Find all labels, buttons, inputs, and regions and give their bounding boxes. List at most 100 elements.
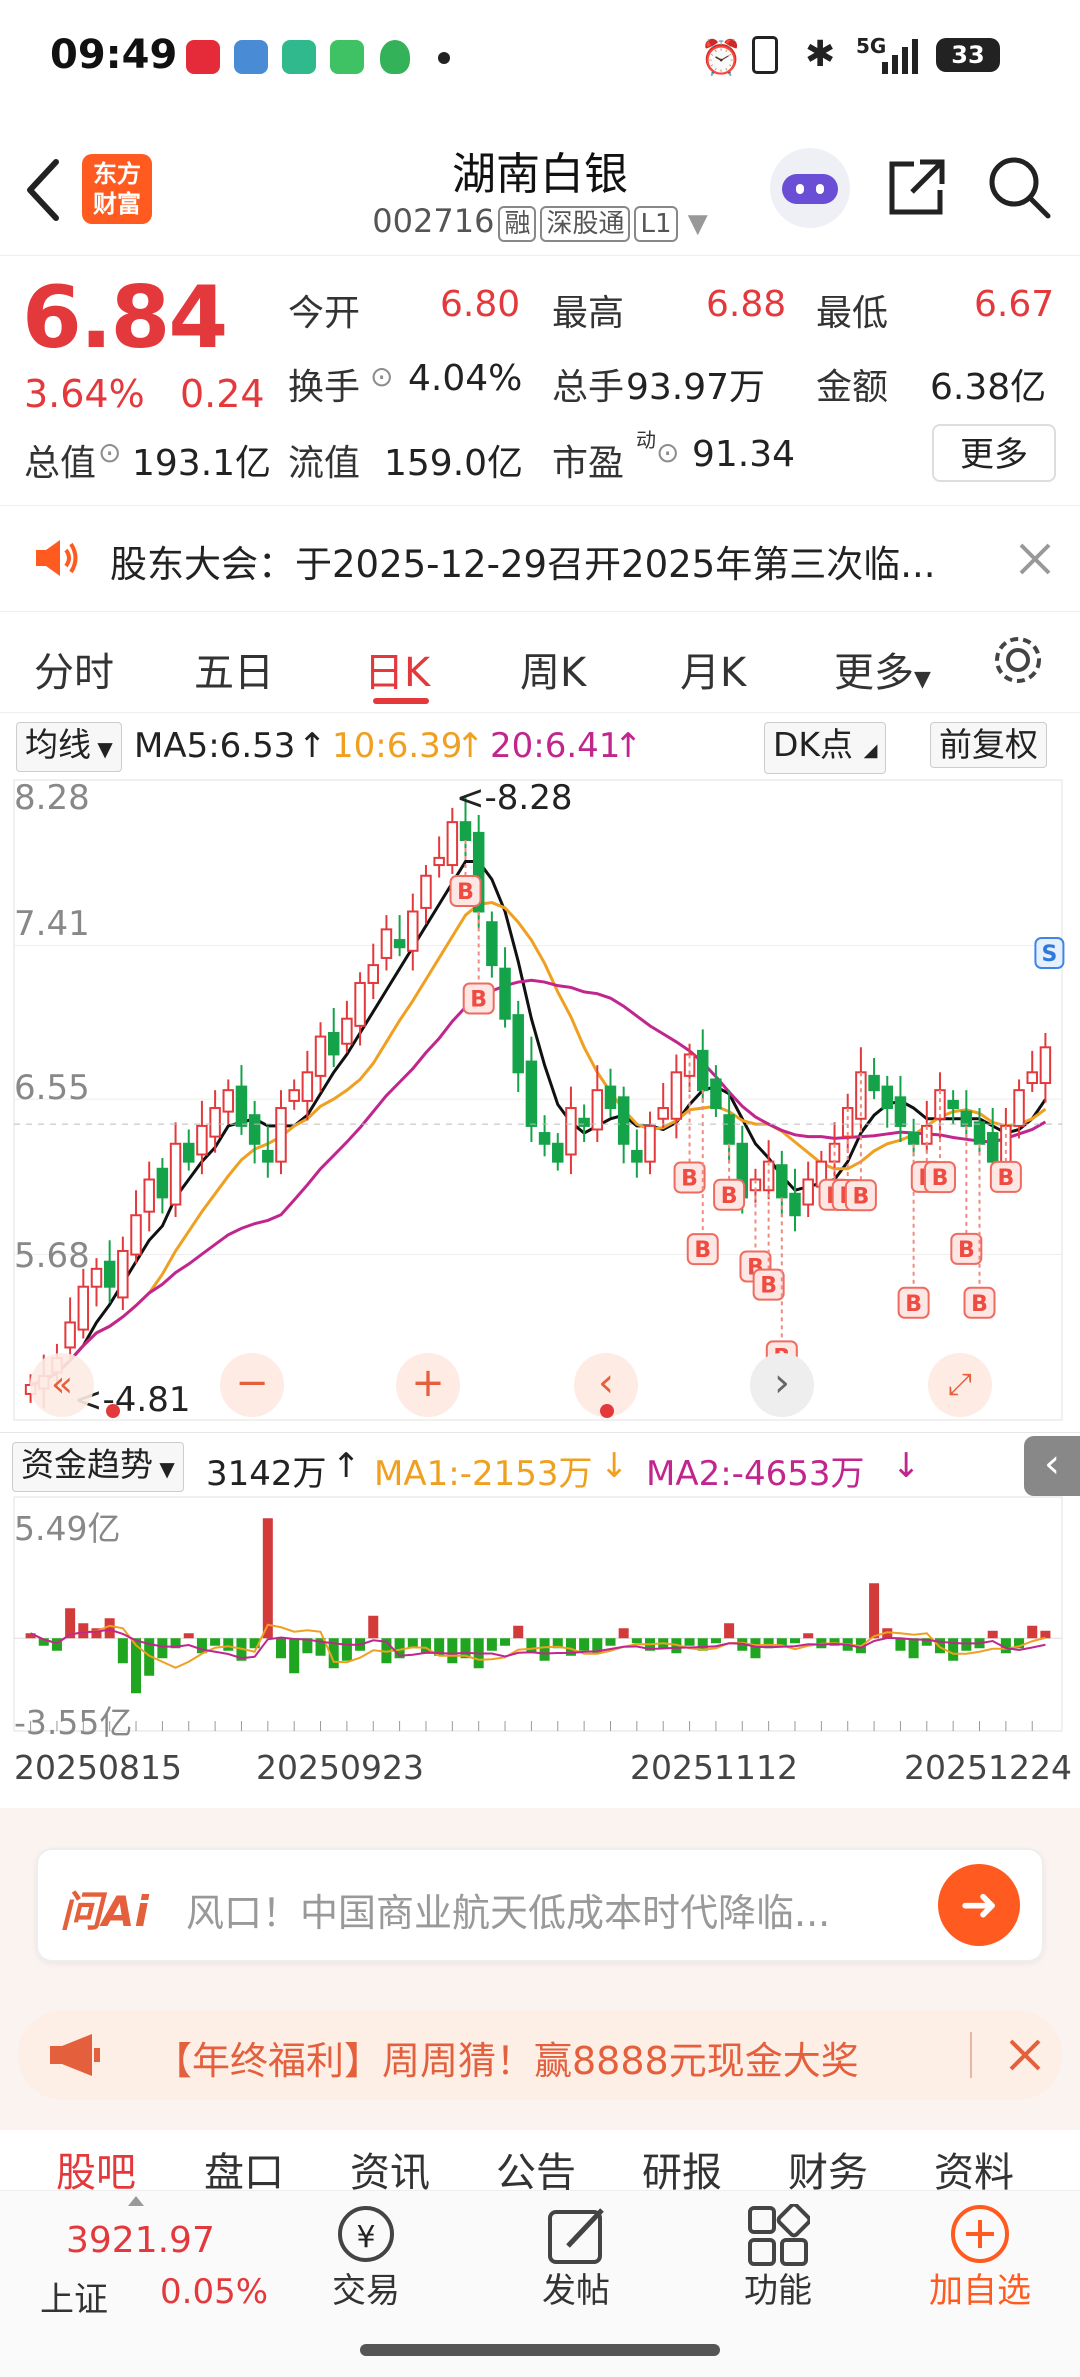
tab-daily-k[interactable]: 日K [364,640,430,698]
buy-signal-label: B [853,1184,870,1209]
ai-assistant-avatar[interactable] [770,148,850,228]
pe-superscript: 动 [636,428,656,452]
zoom-out-icon[interactable]: − [220,1353,284,1417]
tab-more[interactable]: 更多▼ [834,640,931,698]
index-value[interactable]: 3921.97 [66,2220,215,2261]
indicator-selector[interactable]: 均线 ▼ [16,722,122,772]
post-edit-icon[interactable] [544,2204,608,2266]
nav-trade[interactable]: ¥ [296,2206,436,2262]
buy-signal-label: B [997,1166,1014,1191]
app-notification-icon [186,40,220,74]
fund-flow-bar [117,1638,128,1664]
candle-body [446,821,459,867]
ask-submit-arrow-icon[interactable]: ➜ [938,1864,1020,1946]
move-right-icon[interactable]: › [750,1353,814,1417]
y-tick-label: 6.55 [14,1068,90,1108]
nav-function-label[interactable]: 功能 [708,2263,848,2312]
fund-indicator-selector[interactable]: 资金趋势 ▼ [12,1442,184,1492]
candle-body [973,1121,986,1145]
share-icon[interactable] [884,156,948,220]
nav-post-label[interactable]: 发帖 [506,2263,646,2312]
tab-weekly-k[interactable]: 周K [520,640,586,698]
float-label: 流值 [288,443,361,484]
fund-flow-bar [289,1638,300,1674]
nav-trade-label[interactable]: 交易 [296,2263,436,2312]
add-watchlist-icon[interactable] [948,2202,1012,2266]
ask-ai-input[interactable]: 风口！中国商业航天低成本时代降临... [186,1882,830,1937]
buy-signal-label: B [971,1292,988,1317]
tab-intraday[interactable]: 分时 [34,640,114,698]
candle-body [604,1085,617,1110]
caret-down-icon: ▼ [914,667,931,692]
x-tick-label: 20250923 [256,1748,424,1787]
y-tick-label: 8.28 [14,778,90,818]
tab-five-day[interactable]: 五日 [194,640,274,698]
close-icon[interactable] [1018,542,1052,576]
buy-signal-label: B [932,1166,949,1191]
mktcap-value: 193.1亿 [132,443,272,484]
info-icon[interactable]: ⊙ [656,436,679,469]
caret-down-icon: ▼ [91,737,113,761]
candle-body [222,1089,235,1113]
collapse-panel-icon[interactable]: ‹ [1024,1436,1080,1496]
float-value: 159.0亿 [384,443,524,484]
volume-label: 总手 [552,367,625,408]
fund-value: 3142万 [206,1454,327,1494]
more-button[interactable]: 更多 [932,424,1056,482]
tab-monthly-k[interactable]: 月K [680,640,746,698]
nav-add-watchlist-label[interactable]: 加自选 [910,2263,1050,2312]
info-icon[interactable]: ⊙ [98,436,121,469]
more-notifications-dot-icon [438,52,450,64]
fund-flow-bar [631,1638,642,1644]
notice-bar[interactable]: 股东大会：于2025-12-29召开2025年第三次临... [0,505,1080,612]
info-icon[interactable]: ⊙ [370,360,393,393]
candle-body [235,1085,248,1127]
fund-ma1-arrow: ↓ [600,1446,629,1486]
app-notification-icon [282,40,316,74]
function-grid-icon[interactable] [746,2204,810,2266]
fund-flow-bar [157,1638,168,1659]
active-tab-indicator [373,698,429,704]
adjust-selector[interactable]: 前复权 [930,722,1047,768]
x-tick-label: 20250815 [14,1748,182,1787]
ask-ai-bar[interactable]: 问Ai 风口！中国商业航天低成本时代降临... ➜ [36,1848,1044,1962]
candle-body [986,1132,999,1163]
candle-body [617,1096,630,1145]
candle-body [275,1107,287,1163]
candlestick-chart[interactable]: BBBBBBBBBBBBBBBBBS [0,770,1080,1430]
position-dot [600,1404,614,1418]
fund-flow-bar [210,1638,221,1646]
search-icon[interactable] [986,154,1052,220]
expand-up-icon[interactable] [128,2196,144,2206]
promo-banner[interactable]: 【年终福利】周周猜！赢8888元现金大奖 [18,2010,1062,2100]
close-icon[interactable] [1008,2038,1042,2072]
index-name: 上证 [40,2280,108,2320]
candle-body [196,1124,208,1156]
fund-flow-chart[interactable] [0,1495,1080,1735]
ma20-arrow: ↑ [614,726,643,766]
pe-label: 市盈 [552,443,625,484]
candle-body [64,1321,76,1349]
candle-body [670,1071,683,1120]
shield-icon [380,40,410,74]
candle-body [868,1074,880,1092]
candle-body [327,1031,340,1056]
candle-body [499,967,511,1020]
index-change: 0.05% [160,2272,269,2312]
fund-flow-bar [750,1638,761,1659]
fullscreen-icon[interactable]: ⤢ [928,1353,992,1417]
candle-body [103,1260,116,1288]
settings-gear-icon[interactable] [990,632,1046,688]
candle-body [486,921,498,967]
scroll-left-fast-icon[interactable]: « [30,1353,94,1417]
dk-point-selector[interactable]: DK点 ◢ [764,722,887,774]
fund-flow-bar [526,1638,537,1654]
high-value: 6.88 [706,284,787,325]
zoom-in-icon[interactable]: + [396,1353,460,1417]
message-notification-icon [330,40,364,74]
fund-ma1: MA1:-2153万 [374,1454,593,1494]
fund-flow-bar [486,1638,497,1651]
home-indicator [360,2344,720,2356]
fund-flow-bar [1040,1630,1051,1639]
ma10-legend: 10:6.39 [332,726,463,766]
